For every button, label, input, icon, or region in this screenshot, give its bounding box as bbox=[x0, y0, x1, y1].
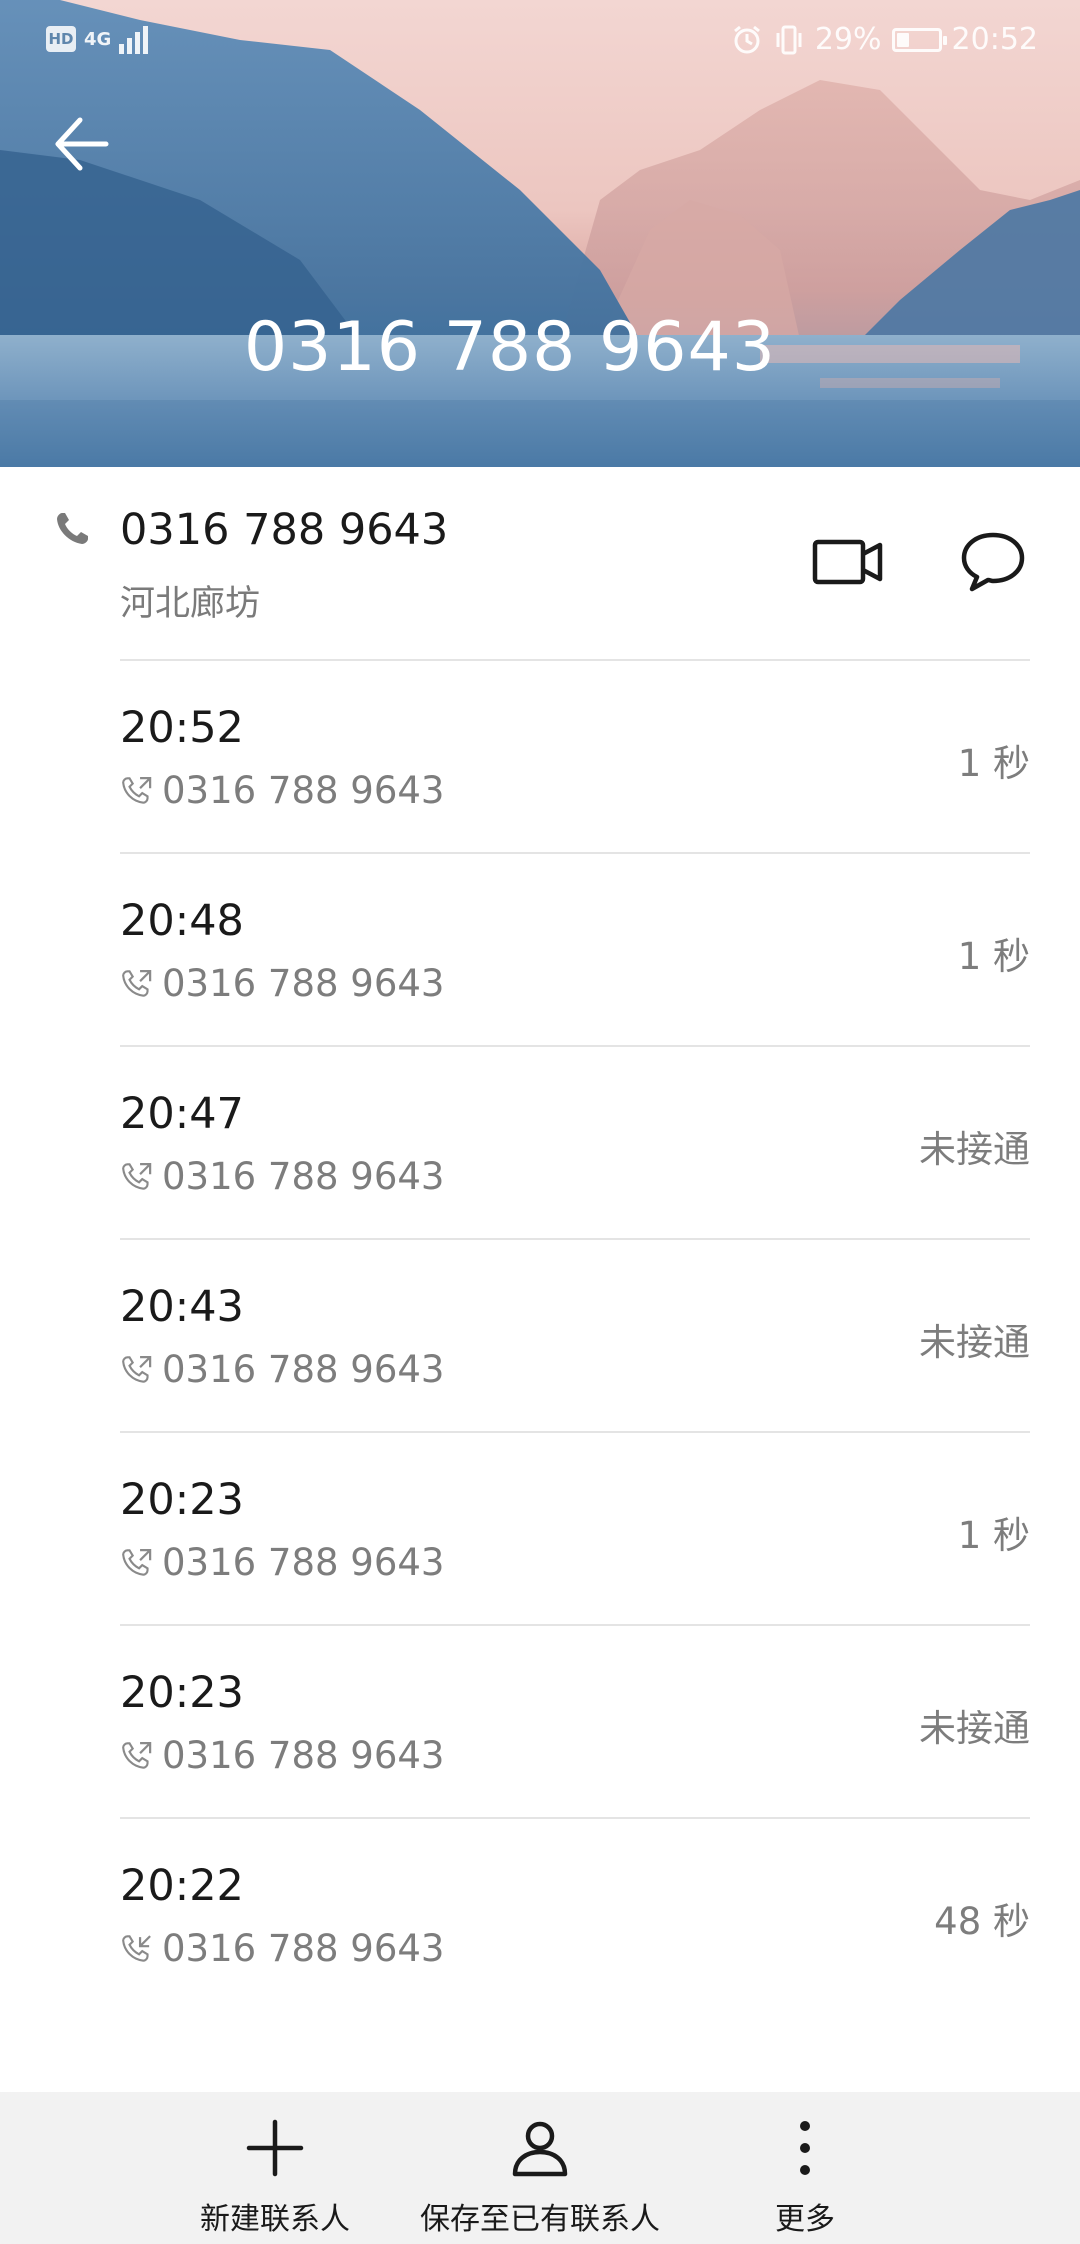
call-time: 20:48 bbox=[120, 896, 244, 946]
call-number-line: 0316 788 9643 bbox=[120, 1734, 444, 1777]
call-status: 1 秒 bbox=[957, 935, 1030, 978]
network-type-label: 4G bbox=[84, 28, 112, 50]
call-log-row[interactable]: 20:23 0316 788 9643 1 秒 bbox=[0, 1433, 1080, 1626]
call-time: 20:23 bbox=[120, 1475, 244, 1525]
status-time: 20:52 bbox=[951, 22, 1038, 57]
call-status: 未接通 bbox=[919, 1128, 1030, 1171]
call-log-row[interactable]: 20:48 0316 788 9643 1 秒 bbox=[0, 854, 1080, 1047]
call-status: 1 秒 bbox=[957, 742, 1030, 785]
alarm-icon bbox=[733, 25, 760, 53]
call-time: 20:23 bbox=[120, 1668, 244, 1718]
incoming-call-icon bbox=[122, 1934, 151, 1962]
header-banner: HD 4G 29% 20:52 0316 788 9643 bbox=[0, 0, 1080, 467]
call-log-row[interactable]: 20:47 0316 788 9643 未接通 bbox=[0, 1047, 1080, 1240]
more-label: 更多 bbox=[775, 2202, 835, 2237]
call-number: 0316 788 9643 bbox=[162, 1927, 445, 1970]
call-number: 0316 788 9643 bbox=[162, 769, 445, 812]
bottom-action-bar: 新建联系人 保存至已有联系人 更多 bbox=[0, 2092, 1080, 2244]
call-number-line: 0316 788 9643 bbox=[120, 1155, 444, 1198]
call-log-row[interactable]: 20:52 0316 788 9643 1 秒 bbox=[0, 661, 1080, 854]
plus-icon bbox=[246, 2119, 304, 2177]
outgoing-call-icon bbox=[122, 1355, 152, 1383]
back-button[interactable] bbox=[46, 100, 126, 180]
call-time: 20:22 bbox=[120, 1861, 244, 1911]
phone-icon bbox=[57, 513, 88, 544]
vibrate-icon bbox=[776, 25, 802, 54]
battery-percent: 29% bbox=[814, 22, 882, 57]
call-status: 1 秒 bbox=[957, 1514, 1030, 1557]
call-status: 未接通 bbox=[919, 1321, 1030, 1364]
call-time: 20:52 bbox=[120, 703, 244, 753]
signal-icon bbox=[119, 26, 149, 54]
chat-bubble-icon bbox=[961, 532, 1025, 592]
header-phone-number: 0316 788 9643 bbox=[243, 308, 777, 387]
number-location: 河北廊坊 bbox=[120, 584, 261, 624]
call-number-line: 0316 788 9643 bbox=[120, 1927, 444, 1970]
call-number-line: 0316 788 9643 bbox=[120, 1348, 444, 1391]
outgoing-call-icon bbox=[122, 969, 152, 997]
call-time: 20:43 bbox=[120, 1282, 244, 1332]
call-log-row[interactable]: 20:22 0316 788 9643 48 秒 bbox=[0, 1819, 1080, 2012]
call-number-line: 0316 788 9643 bbox=[120, 1541, 444, 1584]
more-vertical-icon bbox=[800, 2121, 810, 2175]
status-bar: HD 4G 29% 20:52 bbox=[0, 0, 1080, 86]
call-number: 0316 788 9643 bbox=[162, 1734, 445, 1777]
message-button[interactable] bbox=[960, 531, 1026, 593]
new-contact-label: 新建联系人 bbox=[200, 2202, 350, 2237]
outgoing-call-icon bbox=[122, 776, 152, 804]
back-arrow-icon bbox=[55, 117, 109, 171]
call-log-row[interactable]: 20:43 0316 788 9643 未接通 bbox=[0, 1240, 1080, 1433]
call-time: 20:47 bbox=[120, 1089, 244, 1139]
contact-summary: 0316 788 9643 河北廊坊 bbox=[0, 467, 1080, 661]
call-status: 未接通 bbox=[919, 1707, 1030, 1750]
outgoing-call-icon bbox=[122, 1548, 152, 1576]
call-status: 48 秒 bbox=[934, 1900, 1030, 1943]
call-log-list: 20:52 0316 788 9643 1 秒 20:48 0316 788 9643 1… bbox=[0, 661, 1080, 2012]
outgoing-call-icon bbox=[122, 1162, 152, 1190]
video-call-button[interactable] bbox=[812, 537, 884, 587]
hd-icon: HD bbox=[46, 26, 76, 52]
save-to-existing-contact-label: 保存至已有联系人 bbox=[420, 2202, 660, 2237]
call-number: 0316 788 9643 bbox=[162, 1155, 445, 1198]
outgoing-call-icon bbox=[122, 1741, 152, 1769]
battery-icon bbox=[891, 27, 947, 52]
call-log-row[interactable]: 20:23 0316 788 9643 未接通 bbox=[0, 1626, 1080, 1819]
call-number-line: 0316 788 9643 bbox=[120, 769, 444, 812]
call-number: 0316 788 9643 bbox=[162, 1348, 445, 1391]
summary-phone-number[interactable]: 0316 788 9643 bbox=[120, 505, 448, 555]
save-to-existing-contact-button[interactable]: 保存至已有联系人 bbox=[400, 2092, 680, 2244]
more-button[interactable]: 更多 bbox=[705, 2092, 905, 2244]
video-camera-icon bbox=[812, 539, 883, 585]
person-icon bbox=[512, 2121, 568, 2177]
call-number: 0316 788 9643 bbox=[162, 1541, 445, 1584]
new-contact-button[interactable]: 新建联系人 bbox=[175, 2092, 375, 2244]
call-number-line: 0316 788 9643 bbox=[120, 962, 444, 1005]
call-number: 0316 788 9643 bbox=[162, 962, 445, 1005]
